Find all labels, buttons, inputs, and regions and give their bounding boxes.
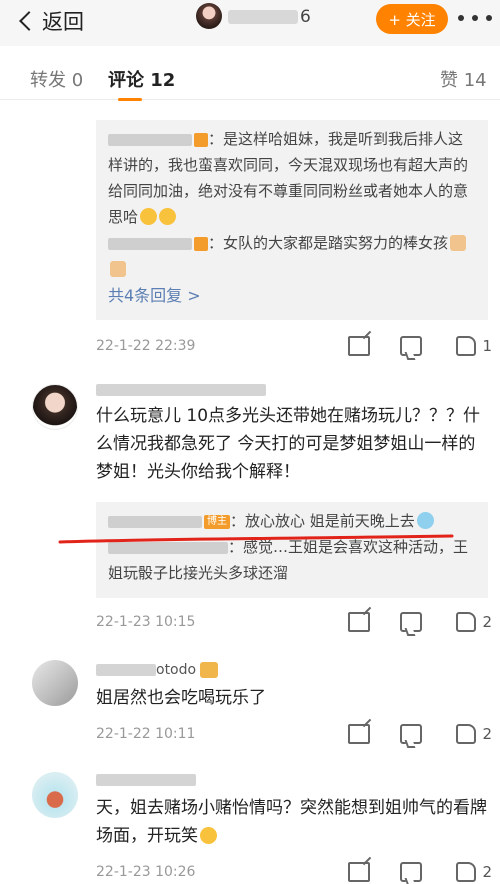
like-button[interactable]: 2 — [450, 612, 492, 632]
thumbs-up-emoji-icon — [450, 235, 467, 251]
reply-item[interactable]: ：女队的大家都是踏实努力的棒女孩 — [108, 230, 476, 282]
like-count: 2 — [482, 863, 492, 881]
comment-meta: 22-1-23 10:15 2 — [96, 610, 492, 634]
comment-time: 22-1-22 10:11 — [96, 726, 196, 742]
blurred-username — [96, 384, 266, 396]
comment-meta: 22-1-22 10:11 2 — [96, 722, 492, 746]
comment-author[interactable]: otodo — [96, 662, 219, 678]
blurred-reply-author[interactable] — [108, 515, 202, 528]
blurred-username — [228, 10, 298, 24]
avatar[interactable] — [32, 660, 78, 706]
crying-emoji-icon — [416, 512, 434, 529]
comment-author-tail: otodo — [156, 662, 197, 678]
back-label: 返回 — [42, 10, 84, 34]
author-badge: 博主 — [204, 514, 230, 529]
comment-icon[interactable] — [400, 336, 423, 356]
comment-author[interactable] — [96, 384, 266, 396]
more-options-icon[interactable] — [458, 8, 492, 28]
like-button[interactable]: 2 — [450, 862, 492, 882]
share-icon[interactable] — [348, 612, 371, 632]
grin-emoji-icon — [159, 208, 177, 225]
comment-text: 什么玩意儿 10点多光头还带她在赌场玩儿？？？什么情况我都急死了 今天打的可是梦… — [96, 406, 481, 482]
thumbs-up-icon — [456, 862, 477, 882]
author-name[interactable]: 6 — [228, 7, 314, 27]
comment-time: 22-1-23 10:15 — [96, 614, 196, 630]
comment-icon[interactable] — [400, 612, 423, 632]
back-button[interactable]: 返回 — [19, 6, 84, 36]
crown-badge-icon — [200, 662, 219, 678]
reply-item[interactable]: ：是这样哈姐妹，我是听到我后排人这样讲的，我也蛮喜欢同同，今天混双现场也有超大声… — [108, 126, 476, 230]
tab-repost[interactable]: 转发 0 — [30, 66, 83, 92]
active-tab-indicator — [118, 98, 142, 101]
chevron-left-icon — [19, 11, 39, 31]
tab-bar: 转发 0 评论 12 赞 14 — [0, 50, 500, 101]
share-icon[interactable] — [348, 724, 371, 744]
thumbs-up-icon — [456, 336, 477, 356]
red-annotation-underline — [58, 534, 454, 544]
like-count: 1 — [482, 337, 492, 355]
top-bar: 返回 6 + 关注 — [0, 0, 500, 46]
blurred-username — [96, 774, 196, 786]
like-button[interactable]: 2 — [450, 724, 492, 744]
thumbs-up-icon — [456, 612, 477, 632]
author-name-tail: 6 — [300, 7, 311, 27]
comment-time: 22-1-23 10:26 — [96, 864, 196, 880]
avatar[interactable] — [32, 772, 78, 818]
comment-meta: 22-1-23 10:26 2 — [96, 860, 492, 884]
comment-time: 22-1-22 22:39 — [96, 338, 196, 354]
reply-item[interactable]: 博主 ：放心放心 姐是前天晚上去 — [108, 508, 476, 534]
comment-text: 天，姐去赌场小赌怡情吗？突然能想到姐帅气的看牌场面，开玩笑 — [96, 798, 487, 846]
share-icon[interactable] — [348, 336, 371, 356]
comment-icon[interactable] — [400, 862, 423, 882]
grin-emoji-icon — [140, 208, 158, 225]
like-count: 2 — [482, 613, 492, 631]
comment-meta: 22-1-22 22:39 1 — [96, 334, 492, 358]
sweat-smile-emoji-icon — [200, 827, 217, 844]
comment-author[interactable] — [96, 774, 196, 786]
avatar[interactable] — [32, 384, 78, 430]
share-icon[interactable] — [348, 862, 371, 882]
follow-button[interactable]: + 关注 — [376, 4, 448, 34]
more-replies-link[interactable]: 共4条回复 > — [108, 282, 476, 310]
blurred-reply-author[interactable] — [108, 237, 192, 250]
blurred-reply-author[interactable] — [108, 133, 192, 146]
reply-thread: ：是这样哈姐妹，我是听到我后排人这样讲的，我也蛮喜欢同同，今天混双现场也有超大声… — [96, 120, 488, 320]
comment-icon[interactable] — [400, 724, 423, 744]
like-button[interactable]: 1 — [450, 336, 492, 356]
author-avatar[interactable] — [196, 3, 222, 29]
tab-like[interactable]: 赞 14 — [440, 66, 487, 92]
thumbs-up-emoji-icon — [110, 261, 126, 277]
tab-comment[interactable]: 评论 12 — [108, 66, 175, 92]
like-count: 2 — [482, 725, 492, 743]
thumbs-up-icon — [456, 724, 477, 744]
blurred-username — [96, 664, 156, 676]
reply-thread: 博主 ：放心放心 姐是前天晚上去 ：感觉…王姐是会喜欢这种活动，王姐玩骰子比接光头… — [96, 502, 488, 598]
comment-text: 姐居然也会吃喝玩乐了 — [96, 688, 266, 708]
